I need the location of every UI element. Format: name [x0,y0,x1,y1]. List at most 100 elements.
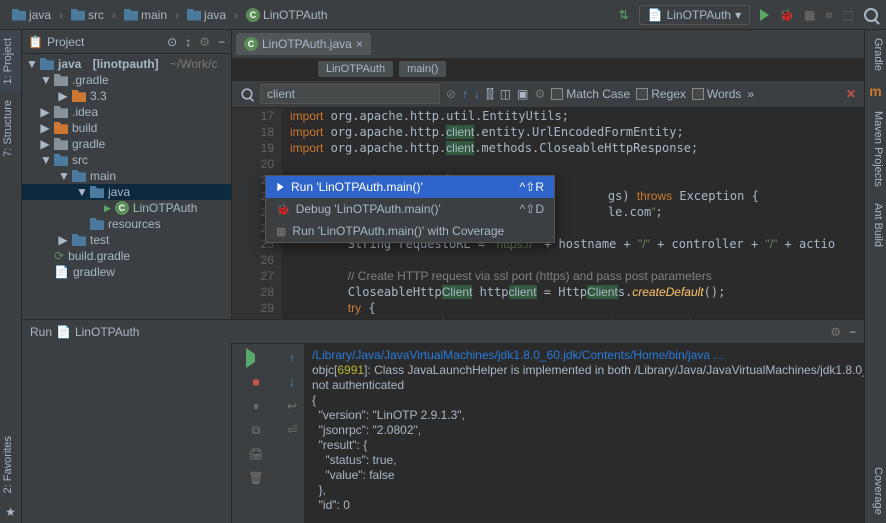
folder-icon [54,106,68,118]
tab-project[interactable]: 1: Project [0,30,21,92]
tab-gradle[interactable]: Gradle [865,30,886,79]
delete-button[interactable]: 🗑 [246,468,266,488]
crumb-class[interactable]: CLinOTPAuth [242,6,331,24]
tab-structure[interactable]: 7: Structure [0,92,21,165]
chevron-icon [232,8,240,22]
softwrap-icon[interactable]: ⏎ [282,420,302,440]
words-option[interactable]: Words [692,87,741,101]
stop-button[interactable]: ■ [825,8,832,22]
scroll-down-icon[interactable]: ↓ [282,372,302,392]
close-icon[interactable]: ✕ [846,87,856,101]
multi-icon[interactable]: ◫ [500,87,511,101]
tree-gradle[interactable]: ▼.gradle [22,72,231,88]
regex-option[interactable]: Regex [636,87,686,101]
run-config-dropdown[interactable]: 📄 LinOTPAuth ▾ [639,5,750,25]
line-number: 28 [240,284,274,300]
filter-icon[interactable]: ⫿⫿ [486,87,494,102]
line-number: 18 [240,124,274,140]
crumb-java[interactable]: java [8,6,55,24]
tree-root[interactable]: ▼java [linotpauth] ~/Work/c [22,56,231,72]
tree-main[interactable]: ▼main [22,168,231,184]
hide-icon[interactable]: − [849,325,856,339]
console-header: Run 📄 LinOTPAuth ⚙ − [232,319,864,343]
folder-icon [71,9,85,21]
layout-button[interactable]: ⧉ [246,420,266,440]
tree-src[interactable]: ▼src [22,152,231,168]
panel-title: Project [47,35,84,49]
folder-icon [40,58,54,70]
find-input[interactable] [260,84,440,104]
run-button[interactable] [760,9,769,21]
debug-button[interactable]: 🐞 [779,8,794,22]
scroll-up-icon[interactable]: ↑ [282,348,302,368]
gear-icon[interactable]: ⚙ [830,325,841,339]
stop-button[interactable]: ■ [246,372,266,392]
gear-icon[interactable]: ⚙ [534,87,545,101]
search-icon[interactable] [864,8,878,22]
tab-maven[interactable]: Maven Projects [865,103,886,195]
editor-tab[interactable]: C LinOTPAuth.java × [236,33,371,55]
bug-icon: 🐞 [276,203,290,216]
play-icon [277,183,283,191]
tree-resources[interactable]: resources [22,216,231,232]
maven-icon[interactable]: m [865,79,886,103]
tree-gradlew[interactable]: 📄gradlew [22,264,231,280]
autoscroll-icon[interactable]: ⊙ [167,35,177,49]
editor-breadcrumb: LinOTPAuth main() [232,58,864,80]
console-output[interactable]: /Library/Java/JavaVirtualMachines/jdk1.8… [304,344,864,523]
tree-gradle2[interactable]: ▶gradle [22,136,231,152]
wrap-icon[interactable]: ↩ [282,396,302,416]
crumb-class[interactable]: LinOTPAuth [318,61,393,77]
gear-icon[interactable]: ⚙ [199,35,210,49]
line-number: 17 [240,108,274,124]
console-toolbar-2: ↑ ↓ ↩ ⏎ [280,344,304,523]
class-icon: C [246,8,260,22]
tree-file[interactable]: ▶CLinOTPAuth [22,200,231,216]
class-icon: C [115,201,129,215]
crumb-javadir[interactable]: java [183,6,230,24]
menu-item-coverage[interactable]: ▦ Run 'LinOTPAuth.main()' with Coverage [266,220,554,242]
crumb-main[interactable]: main [120,6,171,24]
menu-item-debug[interactable]: 🐞 Debug 'LinOTPAuth.main()' ^⇧D [266,198,554,220]
tree-build-gradle[interactable]: ⟳build.gradle [22,248,231,264]
vcs-button[interactable]: ⬚ [843,8,854,22]
coverage-button[interactable]: ▦ [804,8,815,22]
tab-ant[interactable]: Ant Build [865,195,886,255]
folder-icon [72,234,86,246]
sync-icon: ⟳ [54,249,64,263]
project-view-icon[interactable]: 📋 [28,35,43,49]
match-case-option[interactable]: Match Case [551,87,630,101]
folder-icon [90,186,104,198]
menu-item-run[interactable]: Run 'LinOTPAuth.main()' ^⇧R [266,176,554,198]
print-button[interactable]: 🖨 [246,444,266,464]
collapse-icon[interactable]: ↕ [185,35,191,49]
context-menu: Run 'LinOTPAuth.main()' ^⇧R 🐞 Debug 'Lin… [265,175,555,243]
tree-build[interactable]: ▶build [22,120,231,136]
line-number: 20 [240,156,274,172]
config-icon: 📄 [648,8,663,22]
pause-button[interactable]: ⏸ [246,396,266,416]
close-icon[interactable]: × [356,37,363,51]
chevron-icon [57,8,65,22]
tab-favorites[interactable]: 2: Favorites [0,428,21,501]
folder-icon [12,9,26,21]
menu-shortcut: ^⇧R [520,180,544,194]
star-icon[interactable]: ★ [0,501,21,523]
more-chevron[interactable]: » [747,87,754,101]
tree-idea[interactable]: ▶.idea [22,104,231,120]
tab-coverage[interactable]: Coverage [865,459,886,523]
crumb-src[interactable]: src [67,6,108,24]
rerun-button[interactable] [246,348,266,368]
prev-match-icon[interactable]: ⊘ [446,87,456,101]
tree-javadir[interactable]: ▼java [22,184,231,200]
folder-icon [54,154,68,166]
up-arrow-icon[interactable]: ↑ [462,87,468,101]
hide-icon[interactable]: − [218,35,225,49]
more-icon[interactable]: ▣ [517,87,528,101]
menu-label: Run 'LinOTPAuth.main()' [291,180,423,194]
crumb-method[interactable]: main() [399,61,446,77]
tree-test[interactable]: ▶test [22,232,231,248]
sync-icon[interactable]: ⇅ [619,8,629,22]
tree-gradle-ver[interactable]: ▶3.3 [22,88,231,104]
down-arrow-icon[interactable]: ↓ [474,87,480,101]
